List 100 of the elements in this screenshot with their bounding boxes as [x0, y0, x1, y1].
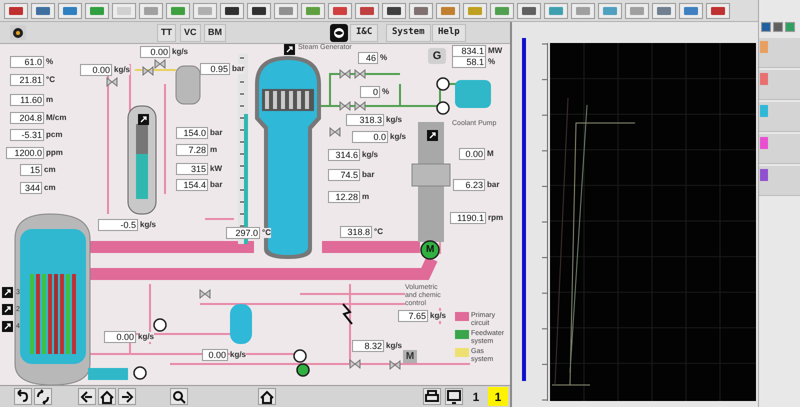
valve-icon[interactable] — [390, 360, 400, 370]
unit-label: % — [380, 53, 388, 63]
unit-label: kg/s — [172, 47, 188, 57]
unit-label: kg/s — [140, 220, 156, 230]
value-field: 314.6 — [328, 149, 360, 161]
value-field: 344 — [20, 182, 42, 194]
value-field: 204.8 — [10, 112, 44, 124]
menu-tab[interactable]: VC — [180, 24, 201, 42]
toolbar-button[interactable] — [170, 388, 188, 405]
unit-label: MW — [488, 46, 502, 56]
unit-label: M — [487, 149, 494, 159]
value-field: 46 — [358, 52, 378, 64]
unit-label: bar — [210, 180, 222, 190]
generator-label: G — [428, 48, 446, 64]
value-field: 318.3 — [346, 114, 384, 126]
scroll-bar[interactable] — [522, 38, 526, 381]
valve-icon[interactable] — [354, 100, 366, 112]
valve-icon[interactable] — [106, 76, 118, 88]
valve-icon[interactable] — [340, 100, 350, 112]
toolbar-button[interactable] — [78, 388, 96, 405]
menu-item[interactable]: Help — [432, 24, 466, 42]
expand-button[interactable] — [138, 114, 149, 125]
toolbar-button[interactable] — [34, 388, 52, 405]
pump-icon[interactable] — [133, 366, 147, 380]
value-field: 21.81 — [10, 74, 44, 86]
unit-label: kg/s — [362, 150, 378, 160]
unit-label: bar — [487, 180, 500, 190]
unit-label: M/cm — [46, 113, 66, 123]
value-field: 7.65 — [398, 310, 428, 322]
expand-button[interactable] — [427, 130, 438, 141]
value-field: 0.00 — [140, 46, 170, 58]
unit-label: bar — [210, 128, 222, 138]
printer-icon — [424, 388, 440, 404]
value-field: 61.0 — [10, 56, 44, 68]
page-counter: 1 — [488, 387, 508, 406]
toolbar-button[interactable] — [98, 388, 116, 405]
valve-icon[interactable] — [330, 126, 340, 138]
value-field: 7.28 — [176, 144, 208, 156]
menu-tab[interactable]: BM — [204, 24, 226, 42]
toolbar-button[interactable] — [382, 2, 406, 18]
value-field: 154.0 — [176, 127, 208, 139]
pump-icon[interactable] — [420, 240, 440, 260]
pump-icon[interactable] — [436, 77, 450, 91]
back-arrow-icon — [79, 388, 95, 404]
valve-icon[interactable] — [200, 288, 210, 300]
unit-label: % — [46, 57, 54, 67]
expand-button[interactable] — [2, 321, 13, 332]
trend-item[interactable] — [759, 134, 800, 164]
value-field: 11.60 — [10, 94, 44, 106]
pump-icon[interactable] — [293, 349, 307, 363]
arrow-icon — [140, 116, 147, 123]
arrow-icon — [4, 289, 11, 296]
settings-button[interactable] — [10, 25, 26, 40]
unit-label: kg/s — [114, 65, 130, 75]
pump-icon[interactable] — [153, 318, 167, 332]
value-field: 8.32 — [352, 340, 384, 352]
unit-label: m — [362, 192, 370, 202]
unit-label: °C — [374, 227, 383, 237]
trend-item[interactable] — [759, 166, 800, 196]
arrow-icon — [4, 306, 11, 313]
unit-label: bar — [232, 64, 244, 74]
valve-icon[interactable] — [142, 66, 154, 76]
unit-label: % — [488, 57, 496, 67]
toolbar-button[interactable] — [118, 388, 136, 405]
expand-button[interactable] — [2, 304, 13, 315]
undo-icon — [15, 388, 31, 404]
trend-item[interactable] — [759, 70, 800, 100]
pump-icon[interactable] — [436, 101, 450, 115]
value-field: 834.1 — [452, 45, 486, 57]
unit-label: kg/s — [430, 311, 446, 321]
logo-button[interactable] — [330, 24, 348, 42]
value-field: 297.0 — [226, 227, 260, 239]
value-field: 0.00 — [104, 331, 136, 343]
expand-button[interactable] — [284, 44, 295, 55]
unit-label: °C — [46, 75, 55, 85]
valve-icon[interactable] — [354, 68, 366, 80]
expand-button[interactable] — [2, 287, 13, 298]
toolbar-button[interactable] — [247, 2, 271, 18]
tank-drawing — [176, 66, 200, 104]
menu-item[interactable]: I&C — [350, 24, 378, 42]
value-field: 12.28 — [328, 191, 360, 203]
valve-icon[interactable] — [340, 68, 350, 80]
value-field: 0.00 — [459, 148, 485, 160]
toolbar-button[interactable] — [423, 388, 441, 405]
unit-label: m — [46, 95, 54, 105]
toolbar-button[interactable] — [445, 388, 463, 405]
search-icon — [171, 388, 187, 404]
pump-icon[interactable] — [296, 363, 310, 377]
unit-label: kW — [210, 164, 222, 174]
unit-label: kg/s — [386, 115, 402, 125]
menu-tab[interactable]: TT — [157, 24, 176, 42]
toolbar-button[interactable] — [14, 388, 32, 405]
unit-label: % — [382, 87, 390, 97]
toolbar-button[interactable] — [220, 2, 244, 18]
unit-label: kg/s — [138, 332, 154, 342]
menu-item[interactable]: System — [386, 24, 431, 42]
valve-icon[interactable] — [350, 358, 360, 370]
toolbar-button[interactable] — [258, 388, 276, 405]
home-icon — [259, 388, 275, 404]
value-field: 0.00 — [80, 64, 112, 76]
